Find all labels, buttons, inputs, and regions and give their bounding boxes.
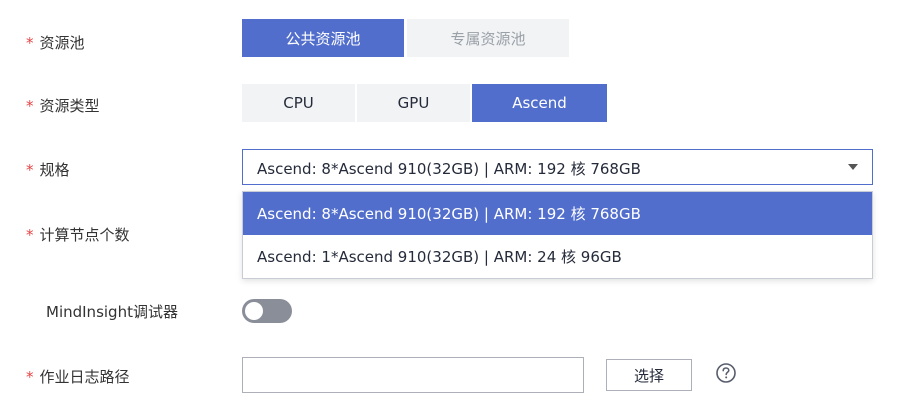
compute-nodes-label: * 计算节点个数 — [26, 226, 130, 244]
option-gpu[interactable]: GPU — [357, 84, 470, 122]
spec-label: * 规格 — [26, 161, 70, 179]
option-dedicated-pool[interactable]: 专属资源池 — [407, 19, 569, 57]
spec-select[interactable]: Ascend: 8*Ascend 910(32GB) | ARM: 192 核 … — [242, 149, 873, 185]
required-mark: * — [26, 97, 34, 115]
caret-down-icon — [848, 164, 858, 170]
required-mark: * — [26, 161, 34, 179]
toggle-knob — [245, 302, 263, 320]
mindinsight-toggle[interactable] — [242, 299, 292, 323]
required-mark: * — [26, 34, 34, 52]
job-log-path-label: * 作业日志路径 — [26, 368, 130, 386]
spec-dropdown: Ascend: 8*Ascend 910(32GB) | ARM: 192 核 … — [242, 191, 873, 279]
question-circle-icon[interactable] — [715, 362, 737, 384]
required-mark: * — [26, 368, 34, 386]
spec-option[interactable]: Ascend: 8*Ascend 910(32GB) | ARM: 192 核 … — [243, 192, 872, 235]
mindinsight-label: MindInsight调试器 — [46, 303, 178, 321]
spec-option[interactable]: Ascend: 1*Ascend 910(32GB) | ARM: 24 核 9… — [243, 235, 872, 278]
option-public-pool[interactable]: 公共资源池 — [242, 19, 404, 57]
job-log-path-input[interactable] — [242, 357, 584, 393]
required-mark: * — [26, 226, 34, 244]
resource-type-label: * 资源类型 — [26, 97, 100, 115]
select-path-button[interactable]: 选择 — [606, 359, 692, 391]
spec-select-value: Ascend: 8*Ascend 910(32GB) | ARM: 192 核 … — [257, 160, 641, 178]
option-ascend[interactable]: Ascend — [472, 84, 607, 122]
option-cpu[interactable]: CPU — [242, 84, 355, 122]
resource-pool-label: * 资源池 — [26, 34, 85, 52]
